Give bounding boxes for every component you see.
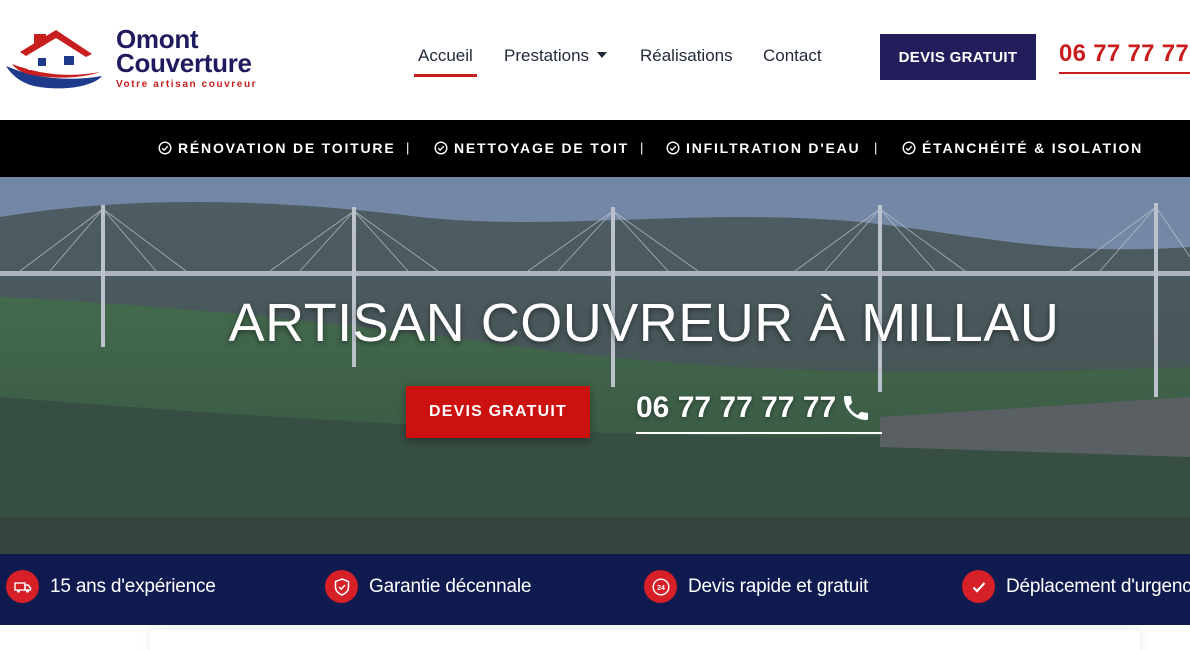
check-circle-icon (158, 141, 172, 155)
nav-item-contact[interactable]: Contact (763, 46, 822, 66)
feature-label: Garantie décennale (369, 575, 532, 597)
hero-devis-button[interactable]: DEVIS GRATUIT (406, 386, 590, 438)
hero-section: ARTISAN COUVREUR À MILLAU DEVIS GRATUIT … (0, 177, 1190, 554)
feature-label: Devis rapide et gratuit (688, 575, 869, 597)
service-separator: | (874, 140, 878, 155)
hero-phone-underline (636, 432, 882, 434)
svg-text:24: 24 (657, 584, 665, 591)
feature-urgence: Déplacement d'urgence (962, 570, 1190, 603)
feature-devis: 24 Devis rapide et gratuit (644, 570, 868, 603)
service-item-label: INFILTRATION D'EAU (686, 140, 861, 156)
service-separator: | (406, 140, 410, 155)
feature-label: Déplacement d'urgence (1006, 575, 1190, 597)
service-separator: | (640, 140, 644, 155)
content-card-edge (150, 630, 1140, 650)
shield-icon (325, 570, 358, 603)
truck-icon (6, 570, 39, 603)
check-icon (962, 570, 995, 603)
hero-phone-number: 06 77 77 77 77 (636, 391, 837, 424)
hero-title: ARTISAN COUVREUR À MILLAU (228, 293, 1060, 353)
feature-experience: 15 ans d'expérience (6, 570, 216, 603)
service-item-label: NETTOYAGE DE TOIT (454, 140, 630, 156)
phone-icon (844, 396, 869, 420)
hero-phone-link[interactable]: 06 77 77 77 77 (636, 391, 872, 425)
check-circle-icon (434, 141, 448, 155)
site-header: Omont Couverture Votre artisan couvreur … (0, 0, 1190, 120)
nav-item-accueil[interactable]: Accueil (414, 46, 477, 77)
features-bar: 15 ans d'expérience Garantie décennale 2… (0, 554, 1190, 625)
service-item-infiltration[interactable]: INFILTRATION D'EAU (666, 140, 860, 156)
chevron-down-icon (597, 52, 608, 58)
check-circle-icon (902, 141, 916, 155)
hero-background-viaduct-image (0, 177, 1190, 554)
service-item-nettoyage[interactable]: NETTOYAGE DE TOIT (434, 140, 629, 156)
service-item-etancheite[interactable]: ÉTANCHÉITÉ & ISOLATION (902, 140, 1143, 156)
feature-label: 15 ans d'expérience (50, 575, 216, 597)
service-item-label: RÉNOVATION DE TOITURE (178, 140, 396, 156)
feature-garantie: Garantie décennale (325, 570, 531, 603)
check-circle-icon (666, 141, 680, 155)
header-phone-link[interactable]: 06 77 77 77 (1059, 40, 1189, 68)
service-bar: RÉNOVATION DE TOITURE | NETTOYAGE DE TOI… (0, 120, 1190, 177)
24h-icon: 24 (644, 570, 677, 603)
header-phone-underline (1059, 72, 1190, 74)
service-item-renovation[interactable]: RÉNOVATION DE TOITURE (158, 140, 395, 156)
nav-item-prestations[interactable]: Prestations (504, 46, 608, 66)
nav-item-realisations[interactable]: Réalisations (640, 46, 733, 66)
nav-item-prestations-label: Prestations (504, 46, 590, 65)
header-devis-button[interactable]: DEVIS GRATUIT (880, 34, 1036, 80)
service-item-label: ÉTANCHÉITÉ & ISOLATION (922, 140, 1144, 156)
